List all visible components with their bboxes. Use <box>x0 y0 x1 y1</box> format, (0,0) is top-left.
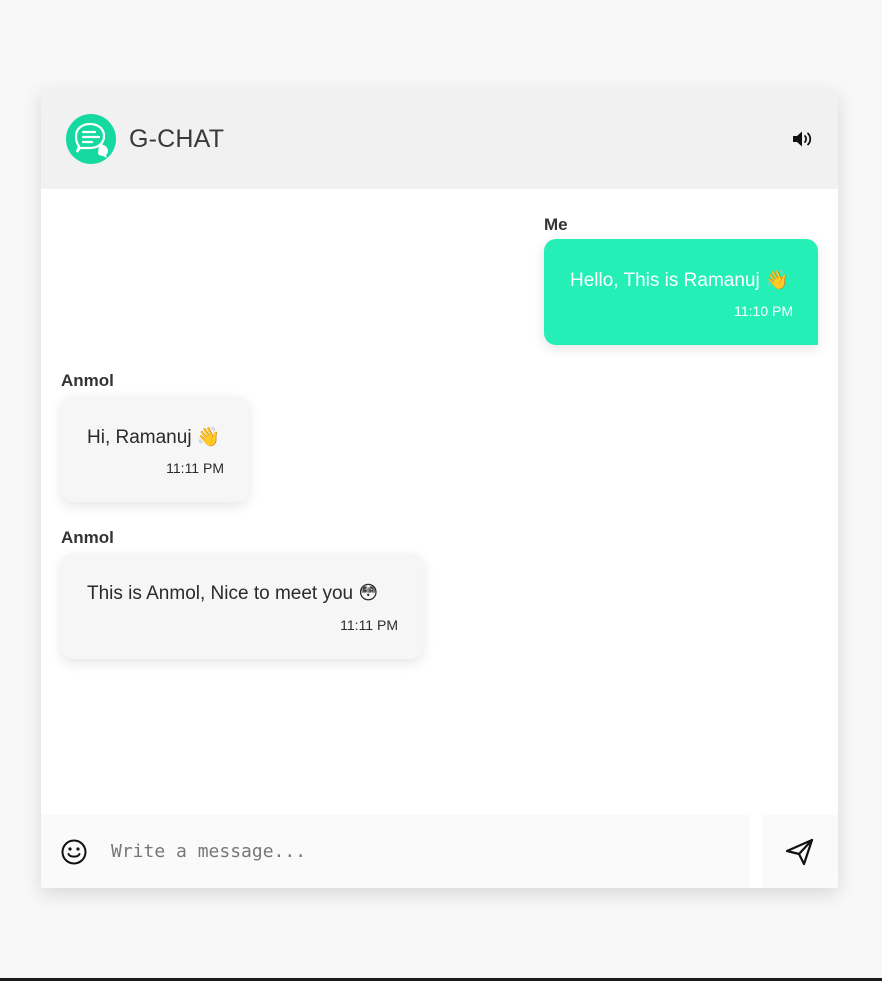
message-text: Hi, Ramanuj 👋 <box>87 427 221 448</box>
message-bubble: This is Anmol, Nice to meet you 😳 11:11 … <box>61 553 423 659</box>
message-sender: Me <box>544 215 568 234</box>
chat-header: G-CHAT <box>41 89 838 189</box>
message-composer <box>41 815 750 888</box>
message-bubble: Hi, Ramanuj 👋 11:11 PM <box>61 396 249 502</box>
chat-bubbles-icon <box>66 114 116 164</box>
smiley-icon[interactable] <box>60 838 88 866</box>
message-time: 11:11 PM <box>340 617 398 633</box>
message-time: 11:10 PM <box>734 303 793 319</box>
message-input[interactable] <box>111 829 731 873</box>
message-sender: Anmol <box>61 371 114 390</box>
app-title: G-CHAT <box>129 125 225 153</box>
message-time: 11:11 PM <box>166 460 224 476</box>
message-sender: Anmol <box>61 528 114 547</box>
volume-icon[interactable] <box>791 127 815 151</box>
chat-window: G-CHAT Me Hello, This is Ramanuj 👋 11:10… <box>41 89 838 888</box>
message-list: Me Hello, This is Ramanuj 👋 11:10 PM Anm… <box>41 189 838 815</box>
send-icon <box>785 838 814 865</box>
send-button[interactable] <box>762 815 838 888</box>
message-bubble-own: Hello, This is Ramanuj 👋 11:10 PM <box>544 239 818 345</box>
message-text: This is Anmol, Nice to meet you 😳 <box>87 583 379 604</box>
message-text: Hello, This is Ramanuj 👋 <box>570 270 789 291</box>
